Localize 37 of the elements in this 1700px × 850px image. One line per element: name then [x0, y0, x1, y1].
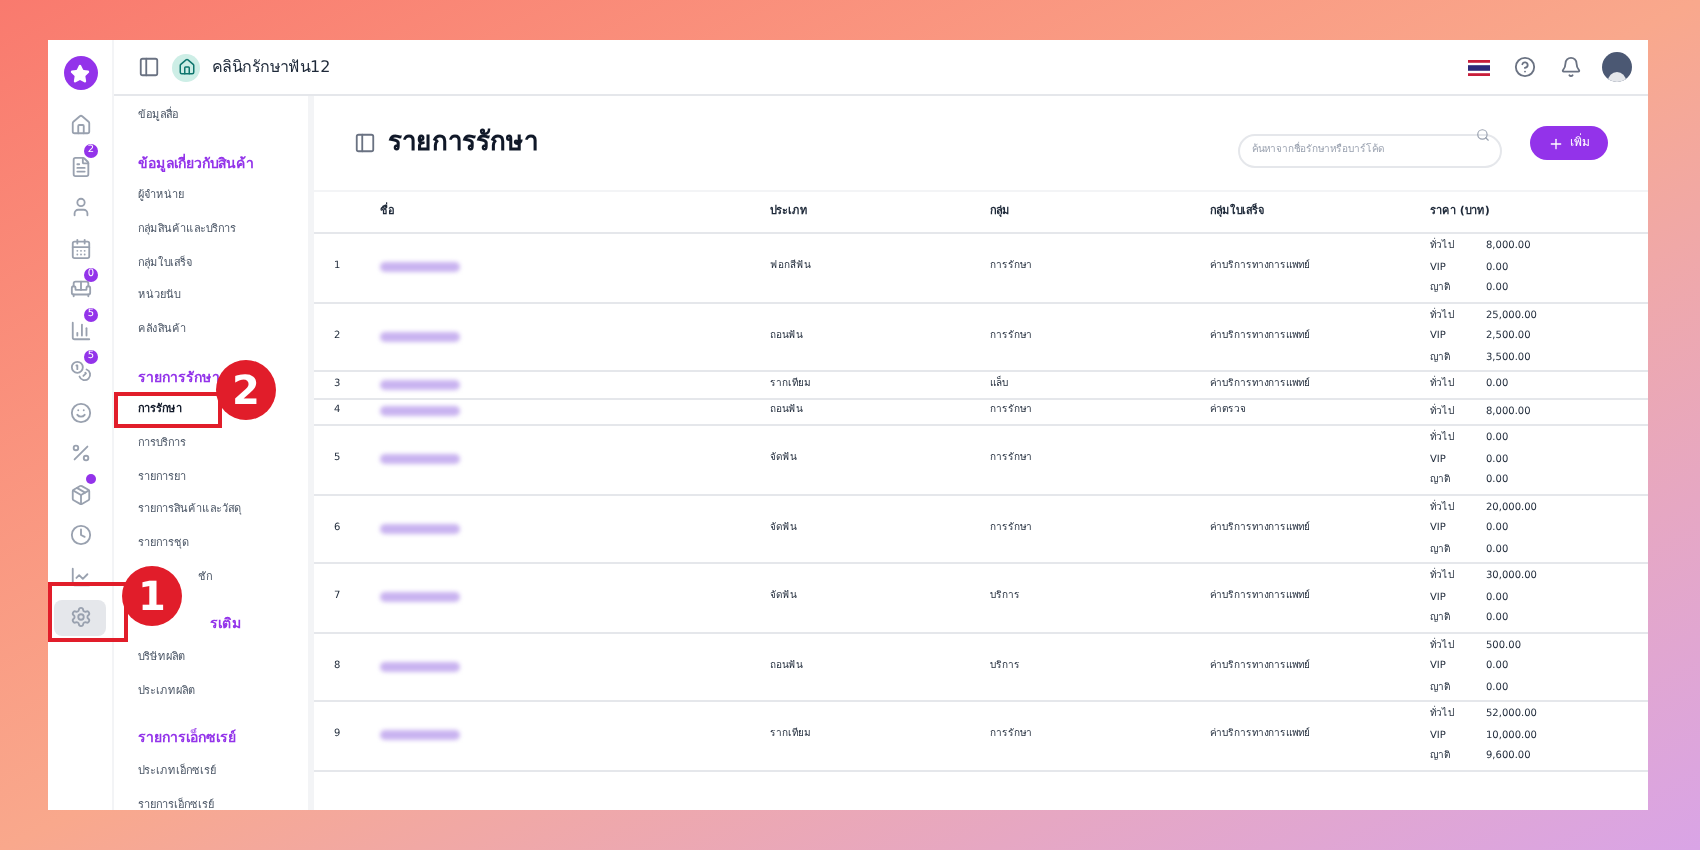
flag-icon[interactable]	[1468, 59, 1490, 75]
blurred-name	[380, 262, 460, 273]
calendar-icon	[69, 237, 91, 259]
blurred-name	[380, 730, 460, 741]
step-marker: 1	[122, 566, 182, 626]
blurred-name	[380, 523, 460, 534]
clinic-logo-icon	[172, 53, 200, 81]
bars-icon	[69, 319, 91, 341]
sidebar-toggle-icon[interactable]	[138, 56, 160, 78]
user-icon	[69, 196, 91, 218]
smiley-icon	[69, 401, 91, 423]
bell-icon[interactable]	[1560, 56, 1582, 78]
logo-icon	[63, 56, 97, 90]
box-icon	[69, 483, 91, 505]
blurred-name	[380, 592, 460, 603]
chart-icon	[69, 565, 91, 587]
clinic-name: คลินิกรักษาฟัน12	[212, 55, 331, 79]
blurred-name	[380, 454, 460, 465]
rail-item[interactable]	[54, 599, 106, 635]
coins-icon	[69, 360, 91, 382]
step-marker: 2	[216, 360, 276, 420]
blurred-name	[380, 379, 460, 390]
home-icon	[69, 114, 91, 136]
help-icon[interactable]	[1514, 56, 1536, 78]
blurred-name	[380, 406, 460, 417]
search-icon	[1476, 128, 1490, 143]
sofa-icon	[69, 278, 91, 300]
avatar[interactable]	[1602, 52, 1632, 82]
blurred-name	[380, 661, 460, 672]
panel-icon[interactable]	[354, 132, 376, 154]
page-title: รายการรักษา	[388, 125, 538, 162]
plus-icon	[1548, 135, 1564, 151]
settings-icon	[69, 606, 91, 628]
clock-icon	[69, 524, 91, 546]
document-icon	[69, 155, 91, 177]
percent-icon	[69, 442, 91, 464]
blurred-name	[380, 331, 460, 342]
